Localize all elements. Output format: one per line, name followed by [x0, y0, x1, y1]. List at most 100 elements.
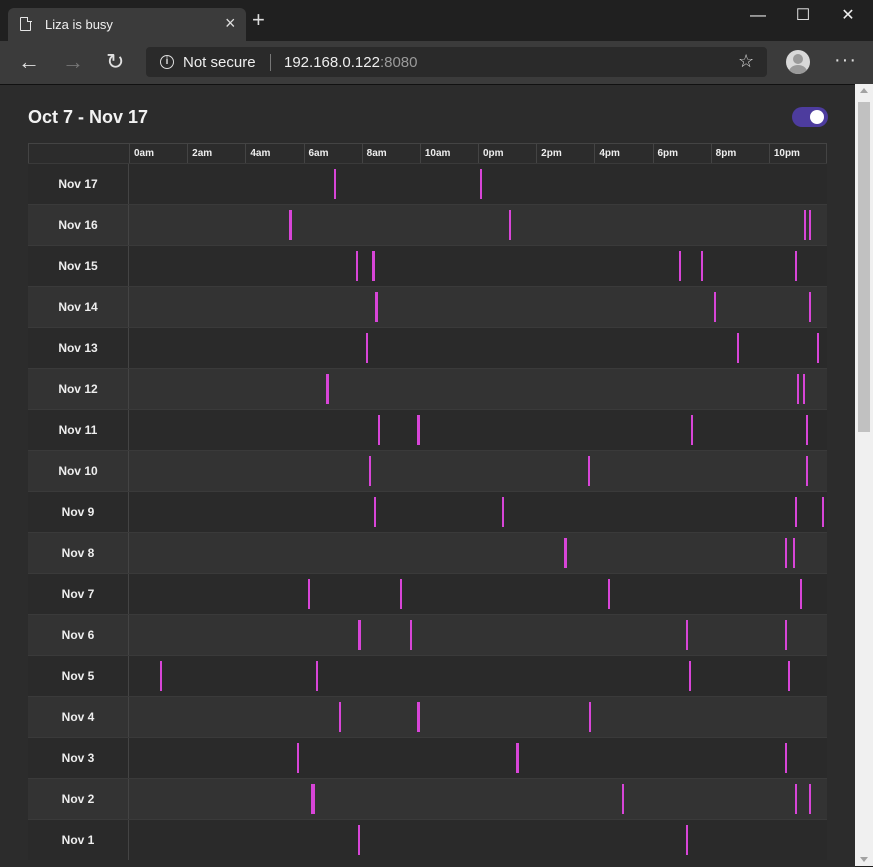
view-toggle[interactable] [792, 107, 828, 127]
activity-mark [289, 210, 293, 240]
activity-mark [399, 579, 403, 609]
activity-mark [795, 251, 798, 281]
activity-mark [679, 251, 682, 281]
address-bar[interactable]: i Not secure 192.168.0.122:8080 ☆ [146, 47, 767, 77]
timeline-row: Nov 2 [28, 778, 827, 819]
row-date-label: Nov 9 [28, 492, 129, 532]
hour-header-cell: 8pm [710, 144, 769, 163]
info-icon[interactable]: i [160, 55, 174, 69]
url-port: :8080 [379, 54, 418, 71]
row-date-label: Nov 6 [28, 615, 129, 655]
star-icon[interactable]: ☆ [738, 51, 754, 72]
browser-tab[interactable]: Liza is busy × [8, 8, 246, 41]
activity-mark [785, 743, 788, 773]
activity-mark [296, 743, 299, 773]
activity-mark [714, 292, 717, 322]
timeline-row: Nov 7 [28, 573, 827, 614]
forward-icon[interactable]: → [62, 48, 84, 76]
timeline-row: Nov 17 [28, 163, 827, 204]
timeline-row: Nov 4 [28, 696, 827, 737]
activity-mark [821, 497, 824, 527]
page-icon [20, 16, 32, 31]
activity-mark [417, 415, 420, 445]
activity-mark [373, 497, 376, 527]
profile-avatar[interactable] [786, 50, 810, 74]
activity-mark [622, 784, 625, 814]
timeline-row: Nov 13 [28, 327, 827, 368]
activity-mark [785, 538, 788, 568]
activity-mark [417, 702, 420, 732]
row-date-label: Nov 14 [28, 287, 129, 327]
activity-mark [588, 702, 591, 732]
scroll-thumb[interactable] [858, 102, 870, 432]
scroll-up-icon[interactable] [860, 88, 868, 93]
activity-mark [700, 251, 703, 281]
hour-header-cell: 0am [129, 144, 187, 163]
row-date-label: Nov 12 [28, 369, 129, 409]
tab-close-icon[interactable]: × [225, 13, 236, 33]
new-tab-icon[interactable]: + [252, 9, 265, 31]
hour-header-cell: 10am [419, 144, 478, 163]
maximize-icon[interactable]: ☐ [788, 6, 818, 26]
row-date-label: Nov 4 [28, 697, 129, 737]
hour-label: 0am [134, 148, 155, 159]
activity-mark [804, 210, 807, 240]
row-date-label: Nov 10 [28, 451, 129, 491]
activity-mark [802, 374, 805, 404]
row-date-label: Nov 11 [28, 410, 129, 450]
activity-mark [689, 661, 692, 691]
hour-label: 2pm [541, 148, 562, 159]
timeline-rows: Nov 17 Nov 16 Nov 15 Nov 14 Nov 13 Nov 12 Nov … [28, 163, 827, 860]
timeline-row: Nov 12 [28, 368, 827, 409]
timeline-row: Nov 10 [28, 450, 827, 491]
back-icon[interactable]: ← [18, 48, 40, 76]
refresh-icon[interactable]: ↻ [106, 48, 124, 76]
tab-strip: Liza is busy × + — ☐ ✕ [0, 0, 873, 41]
row-date-label: Nov 1 [28, 820, 129, 860]
activity-mark [501, 497, 504, 527]
activity-mark [516, 743, 519, 773]
activity-mark [159, 661, 162, 691]
activity-mark [311, 784, 315, 814]
divider [270, 54, 271, 71]
tab-title: Liza is busy [45, 17, 113, 32]
hour-label: 0pm [483, 148, 504, 159]
row-date-label: Nov 2 [28, 779, 129, 819]
hour-label: 8pm [715, 148, 737, 159]
window-close-icon[interactable]: ✕ [833, 6, 863, 26]
scrollbar[interactable] [855, 84, 873, 866]
hour-header-cell: 6am [303, 144, 362, 163]
scroll-down-icon[interactable] [860, 857, 868, 862]
hour-header-cell: 2am [187, 144, 245, 163]
security-label[interactable]: Not secure [183, 54, 256, 71]
activity-mark [366, 333, 369, 363]
toggle-knob [810, 110, 824, 124]
activity-mark [315, 661, 318, 691]
activity-mark [334, 169, 337, 199]
timeline-row: Nov 1 [28, 819, 827, 860]
hour-header-cell: 4am [245, 144, 303, 163]
activity-mark [795, 497, 798, 527]
activity-mark [375, 292, 378, 322]
activity-mark [372, 251, 375, 281]
more-menu-icon[interactable]: ··· [834, 49, 857, 72]
minimize-icon[interactable]: — [743, 6, 773, 26]
hour-header-cell: 6pm [652, 144, 711, 163]
activity-mark [805, 415, 808, 445]
hour-label: 4pm [599, 148, 620, 159]
activity-mark [410, 620, 413, 650]
activity-mark [508, 210, 511, 240]
activity-mark [788, 661, 791, 691]
activity-mark [795, 784, 798, 814]
hour-header: 0am 2am 4am 6am 8am 10am 0pm 2pm 4pm 6pm 8pm 10pm [28, 143, 827, 163]
url-text[interactable]: 192.168.0.122:8080 [284, 54, 417, 71]
activity-mark [785, 620, 788, 650]
timeline-row: Nov 15 [28, 245, 827, 286]
row-date-label: Nov 3 [28, 738, 129, 778]
activity-mark [564, 538, 567, 568]
activity-mark [805, 456, 808, 486]
timeline-row: Nov 14 [28, 286, 827, 327]
timeline-row: Nov 3 [28, 737, 827, 778]
activity-mark [808, 210, 811, 240]
activity-mark [325, 374, 329, 404]
